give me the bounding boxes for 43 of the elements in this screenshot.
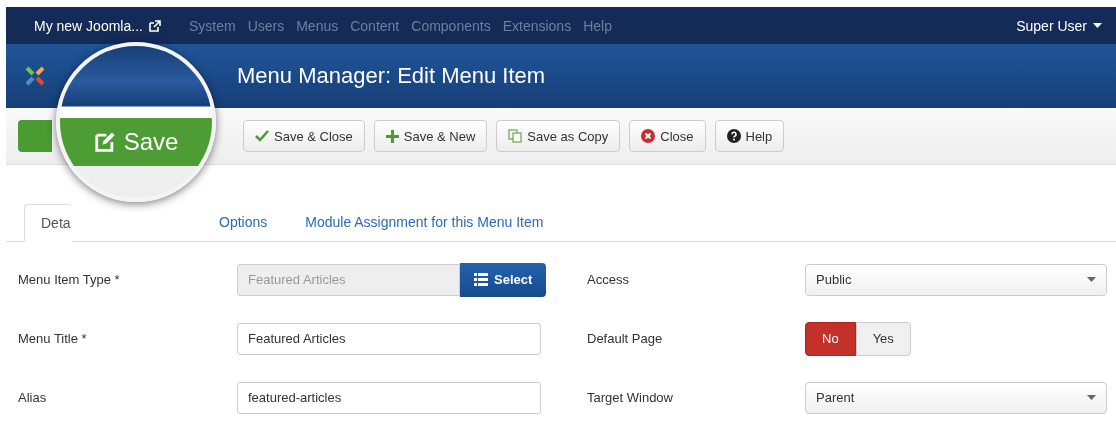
field-label: Target Window (587, 390, 674, 405)
copy-icon (508, 129, 523, 143)
text-field[interactable]: Featured Articles (237, 322, 541, 355)
site-link[interactable]: My new Joomla... (34, 17, 161, 34)
toolbar-button[interactable]: Save & New (373, 120, 488, 152)
user-menu[interactable]: Super User (1016, 17, 1102, 34)
toggle-option[interactable]: No (805, 321, 856, 356)
field-label: Menu Item Type * (18, 272, 121, 287)
menu-item[interactable]: Content (350, 17, 400, 34)
dropdown[interactable]: Public (805, 263, 1107, 296)
field-label: Alias (18, 390, 48, 405)
toolbar-button[interactable]: Save & Close (243, 120, 365, 152)
select-button[interactable]: Select (460, 262, 547, 297)
plus-icon (385, 129, 399, 143)
logo-icon (23, 64, 47, 88)
dropdown-caret-icon (1087, 395, 1096, 400)
menu-item[interactable]: Users (247, 17, 285, 34)
menu-item[interactable]: Menus (296, 17, 339, 34)
close-icon (641, 129, 656, 143)
text-field[interactable]: featured-articles (237, 381, 541, 414)
dropdown[interactable]: Parent (805, 381, 1107, 414)
external-link-icon (148, 19, 161, 32)
help-icon (726, 129, 741, 143)
tab[interactable]: Options (219, 214, 268, 241)
field-label: Menu Title * (18, 331, 88, 346)
dropdown-caret-icon (1087, 277, 1096, 282)
toolbar-button[interactable]: Help (714, 120, 785, 152)
caret-icon (1093, 23, 1102, 28)
tab[interactable]: Deta (24, 204, 72, 242)
field-label: Access (587, 272, 630, 287)
check-icon (255, 130, 269, 142)
list-icon (474, 273, 488, 286)
page-title: Menu Manager: Edit Menu Item (237, 63, 546, 89)
save-button-edge[interactable] (18, 120, 52, 152)
menu-item[interactable]: Extensions (502, 17, 572, 34)
field-label: Default Page (587, 331, 664, 346)
menu-item[interactable]: System (188, 17, 236, 34)
toolbar-button[interactable]: Save as Copy (496, 120, 621, 152)
tab[interactable]: Module Assignment for this Menu Item (305, 214, 544, 241)
toolbar-button[interactable]: Close (629, 120, 706, 152)
edit-icon (93, 131, 116, 153)
menu-item[interactable]: Components (411, 17, 491, 34)
toggle-option[interactable]: Yes (855, 321, 911, 356)
